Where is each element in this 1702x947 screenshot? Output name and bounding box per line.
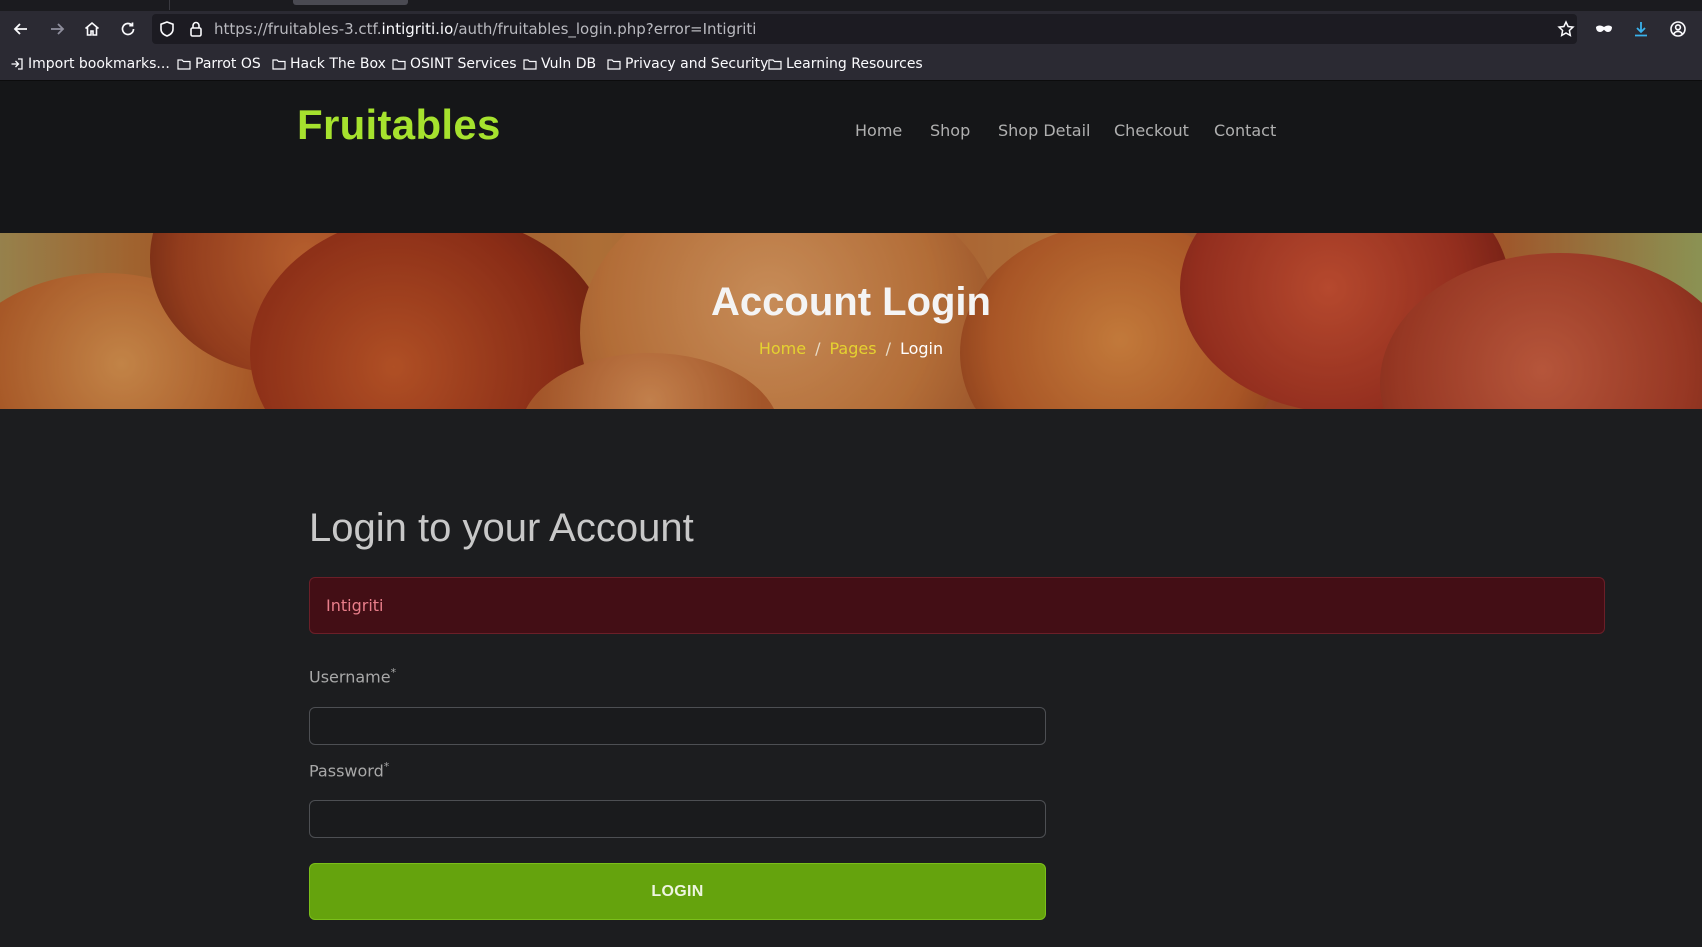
bookmark-label: Vuln DB <box>541 56 597 72</box>
required-mark: * <box>383 760 390 773</box>
password-label: Password* <box>309 760 389 780</box>
hero-banner: Account Login Home / Pages / Login <box>0 233 1702 409</box>
url-path: /auth/fruitables_login.php?error=Intigri… <box>453 20 757 38</box>
bookmark-label: Import bookmarks... <box>28 56 170 72</box>
nav-home[interactable]: Home <box>855 121 902 140</box>
bookmark-label: Privacy and Security <box>625 56 769 72</box>
error-alert: Intigriti <box>309 577 1605 634</box>
nav-shop[interactable]: Shop <box>930 121 970 140</box>
bookmarks-toolbar: Import bookmarks... Parrot OS Hack The B… <box>0 47 1702 81</box>
folder-icon <box>177 59 191 70</box>
bookmark-label: Hack The Box <box>290 56 386 72</box>
nav-contact[interactable]: Contact <box>1214 121 1276 140</box>
mask-icon[interactable] <box>1591 16 1617 42</box>
bookmark-vuln-db[interactable]: Vuln DB <box>523 55 596 73</box>
hero-title: Account Login <box>711 280 991 324</box>
required-mark: * <box>390 666 397 679</box>
breadcrumb-pages[interactable]: Pages <box>830 339 877 358</box>
bookmark-import[interactable]: Import bookmarks... <box>10 55 170 73</box>
url-host: intigriti.io <box>381 20 454 38</box>
bookmark-label: OSINT Services <box>410 56 517 72</box>
username-input[interactable] <box>309 707 1046 745</box>
nav-shop-detail[interactable]: Shop Detail <box>998 121 1090 140</box>
bookmark-hack-the-box[interactable]: Hack The Box <box>272 55 386 73</box>
folder-icon <box>607 59 621 70</box>
nav-checkout[interactable]: Checkout <box>1114 121 1189 140</box>
site-header: Fruitables Home Shop Shop Detail Checkou… <box>0 81 1702 233</box>
username-label: Username* <box>309 666 396 686</box>
reload-icon[interactable] <box>115 16 141 42</box>
folder-icon <box>768 59 782 70</box>
shield-icon[interactable] <box>154 16 180 42</box>
breadcrumb-home[interactable]: Home <box>759 339 806 358</box>
download-icon[interactable] <box>1628 16 1654 42</box>
login-title: Login to your Account <box>309 506 694 550</box>
lock-icon[interactable] <box>183 16 209 42</box>
bookmark-privacy-and-security[interactable]: Privacy and Security <box>607 55 768 73</box>
import-icon <box>11 58 23 70</box>
bookmark-label: Parrot OS <box>195 56 261 72</box>
folder-icon <box>523 59 537 70</box>
url-prefix: https://fruitables-3.ctf. <box>214 20 382 38</box>
breadcrumb-separator: / <box>815 339 821 358</box>
tab-separator <box>169 0 170 10</box>
password-input[interactable] <box>309 800 1046 838</box>
bookmark-osint-services[interactable]: OSINT Services <box>392 55 517 73</box>
breadcrumb-current: Login <box>899 339 944 358</box>
bookmark-parrot-os[interactable]: Parrot OS <box>177 55 261 73</box>
back-icon[interactable] <box>8 16 34 42</box>
tab-strip <box>0 0 1702 11</box>
bookmark-learning-resources[interactable]: Learning Resources <box>768 55 923 73</box>
folder-icon <box>392 59 406 70</box>
password-label-text: Password <box>309 761 384 781</box>
folder-icon <box>272 59 286 70</box>
browser-toolbar: https://fruitables-3.ctf.intigriti.io/au… <box>0 11 1702 47</box>
error-message: Intigriti <box>326 596 384 615</box>
forward-icon[interactable] <box>44 16 70 42</box>
bookmark-label: Learning Resources <box>786 56 923 72</box>
account-icon[interactable] <box>1665 16 1691 42</box>
home-icon[interactable] <box>79 16 105 42</box>
site-logo[interactable]: Fruitables <box>297 101 501 149</box>
login-button[interactable]: LOGIN <box>309 863 1046 920</box>
breadcrumb-separator: / <box>885 339 891 358</box>
breadcrumb: Home / Pages / Login <box>0 339 1702 358</box>
star-icon[interactable] <box>1553 16 1579 42</box>
active-tab-indicator[interactable] <box>293 0 408 5</box>
url-text[interactable]: https://fruitables-3.ctf.intigriti.io/au… <box>214 11 756 47</box>
username-label-text: Username <box>309 667 391 687</box>
